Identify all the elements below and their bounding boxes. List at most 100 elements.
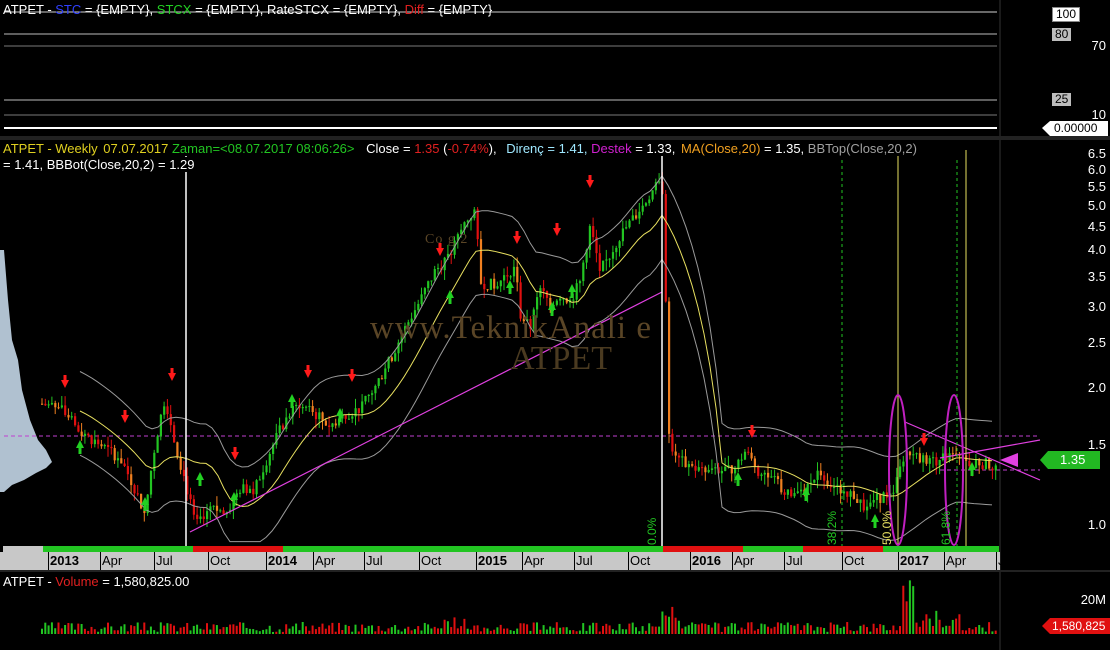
candle	[912, 446, 915, 465]
volume-bar	[427, 624, 430, 634]
candle	[796, 482, 799, 494]
candle-body	[54, 403, 57, 408]
volume-bar	[229, 624, 232, 634]
volume-bar	[687, 625, 690, 634]
candle-body	[262, 472, 265, 480]
candle-body	[60, 405, 63, 408]
candle	[588, 224, 591, 258]
volume-bar	[859, 625, 862, 634]
candle-body	[116, 458, 120, 461]
volume-bar	[235, 625, 238, 634]
candle	[747, 446, 750, 456]
volume-bar	[872, 623, 875, 634]
volume-bar	[932, 625, 934, 634]
volume-bar	[149, 626, 152, 634]
candle	[120, 448, 123, 464]
candle	[866, 499, 869, 520]
candle	[153, 449, 156, 479]
volume-bar	[539, 629, 542, 634]
candle	[605, 249, 608, 271]
candle-body	[743, 451, 747, 460]
candle	[252, 481, 255, 499]
volume-bar	[74, 629, 76, 634]
price-y-tick: 5.5	[1087, 179, 1106, 195]
candle	[714, 463, 717, 475]
candle	[776, 472, 780, 485]
volume-bar	[806, 623, 809, 634]
x-tick-label: Jul	[366, 553, 383, 568]
volume-bar	[493, 629, 496, 634]
candle	[872, 490, 875, 507]
volume-bar	[790, 624, 793, 634]
stochastic-grid	[0, 0, 1110, 136]
volume-bar	[186, 622, 189, 634]
volume-bar	[598, 631, 601, 634]
sell-arrow-stem	[350, 369, 354, 375]
volume-bar	[714, 622, 717, 634]
volume-bar	[387, 628, 390, 634]
volume-bar	[456, 628, 459, 634]
x-tick-label: Apr	[524, 553, 545, 568]
volume-bar	[971, 629, 974, 634]
volume-bar	[354, 624, 357, 634]
volume-bar	[592, 622, 595, 634]
candle-body	[912, 454, 915, 456]
candle	[974, 454, 978, 469]
volume-bar	[245, 627, 248, 634]
candle-body	[308, 406, 311, 408]
volume-bar	[948, 625, 951, 634]
candle	[833, 477, 836, 496]
price-y-tick: 1.5	[1087, 436, 1106, 452]
candle-body	[598, 253, 601, 271]
volume-bar	[961, 630, 964, 634]
candle-body	[592, 226, 595, 238]
candle-body	[324, 420, 327, 426]
price-y-tick: 4.0	[1087, 242, 1106, 258]
volume-pane[interactable]: ATPET - Volume = 1,580,825.00 20M 1,580,…	[0, 572, 1110, 650]
candle	[384, 363, 387, 385]
current-arrow-icon	[1000, 453, 1018, 467]
volume-bar	[991, 631, 994, 634]
candle-body	[80, 431, 83, 437]
x-tick-label: 2017	[900, 553, 929, 568]
candle-body	[199, 516, 202, 519]
zaman-label: Zaman=<08.07.2017 08:06:26>	[171, 141, 355, 156]
candle-body	[677, 455, 681, 458]
candle-body	[628, 220, 631, 228]
candle	[932, 451, 935, 468]
candle-body	[278, 425, 281, 434]
candle	[130, 466, 133, 495]
stochastic-pane[interactable]: ATPET - STC = {EMPTY}, STCX = {EMPTY}, R…	[0, 0, 1110, 136]
volume-bar	[486, 628, 489, 634]
candle-body	[182, 469, 186, 477]
volume-bar	[928, 618, 931, 634]
price-pane[interactable]: 0.0% 38.2% 50.0% 61.8% www.TeknikAnali e AT…	[0, 140, 1110, 570]
candle	[882, 491, 885, 504]
candle	[892, 484, 895, 501]
volume-bar	[710, 627, 713, 634]
volume-bar	[529, 630, 532, 634]
volume-bar	[413, 629, 416, 634]
sell-arrow-stem	[63, 375, 67, 381]
candle	[651, 190, 654, 202]
candle	[44, 398, 47, 407]
volume-bar	[80, 623, 83, 634]
watermark-symbol: ATPET	[510, 340, 612, 377]
sell-arrow-stem	[555, 223, 559, 229]
candle	[684, 449, 687, 468]
volume-bar	[882, 625, 885, 634]
candle	[852, 482, 855, 500]
candle-body	[849, 491, 852, 497]
candle	[60, 396, 63, 409]
candle	[156, 434, 159, 453]
candle-body	[710, 468, 714, 470]
candle-body	[615, 247, 618, 253]
volume-bar	[542, 625, 545, 634]
candle	[182, 461, 186, 482]
x-tick-mark	[842, 552, 843, 570]
candle-body	[856, 498, 859, 503]
candle	[668, 297, 671, 444]
volume-bar	[829, 622, 832, 634]
candle	[423, 287, 426, 299]
volume-bar	[694, 624, 697, 634]
